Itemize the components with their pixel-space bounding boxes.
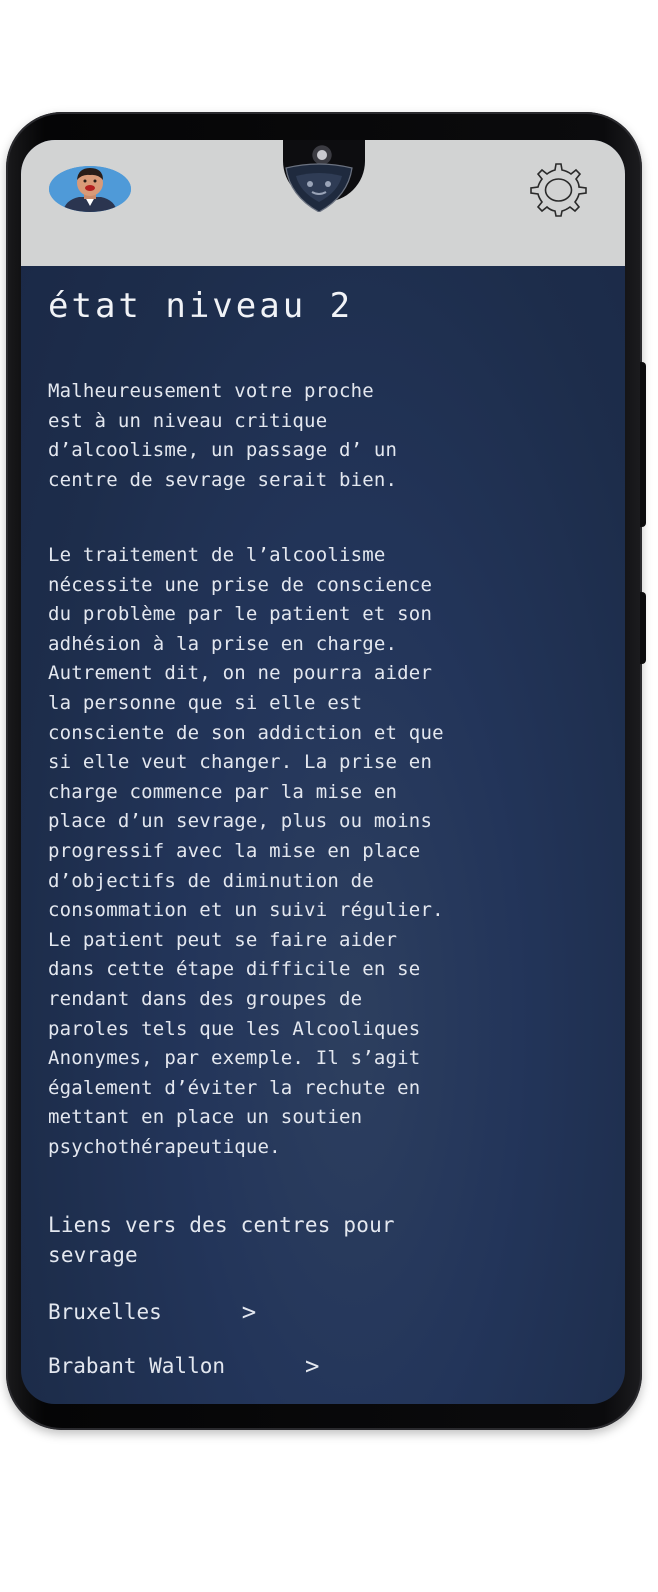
shield-logo-icon	[282, 162, 356, 213]
user-avatar-icon[interactable]	[49, 166, 131, 212]
link-brabant-wallon[interactable]: Brabant Wallon >	[48, 1352, 319, 1380]
intro-paragraph: Malheureusement votre proche est à un ni…	[48, 380, 398, 491]
side-button-lower	[640, 592, 646, 664]
chevron-right-icon: >	[305, 1352, 320, 1380]
links-heading: Liens vers des centres pour sevrage	[48, 1213, 395, 1267]
link-bruxelles[interactable]: Bruxelles >	[48, 1298, 256, 1326]
page-title: état niveau 2	[48, 286, 354, 326]
link-label: Bruxelles	[48, 1300, 162, 1324]
chevron-right-icon: >	[241, 1298, 257, 1326]
side-button-upper	[640, 362, 646, 527]
treatment-paragraph: Le traitement de l’alcoolisme nécessite …	[48, 544, 444, 1158]
link-label: Brabant Wallon	[48, 1354, 226, 1378]
gear-icon[interactable]	[511, 160, 601, 220]
